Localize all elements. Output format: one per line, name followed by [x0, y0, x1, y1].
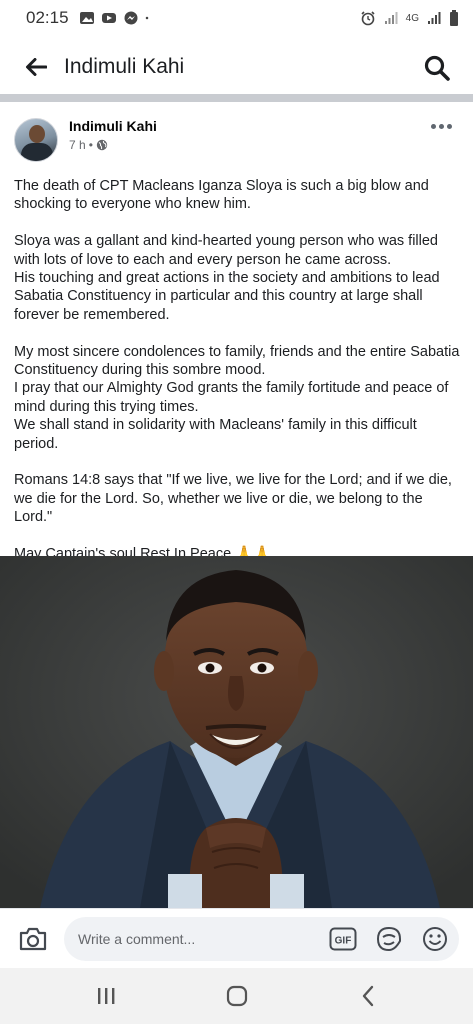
- page-header: Indimuli Kahi: [0, 40, 473, 94]
- post-author[interactable]: Indimuli Kahi: [69, 118, 157, 134]
- arrow-left-icon: [26, 58, 47, 76]
- more-horizontal-icon: [430, 123, 436, 129]
- notification-dot-icon: [145, 16, 148, 20]
- home-icon: [226, 985, 247, 1007]
- post-paragraph: Romans 14:8 says that "If we live, we li…: [14, 472, 452, 526]
- comment-input[interactable]: [78, 930, 318, 947]
- post-paragraph: We shall stand in solidarity with Maclea…: [14, 417, 417, 452]
- globe-icon: [96, 139, 108, 151]
- comment-input-wrapper[interactable]: GIF: [64, 916, 459, 961]
- alarm-icon: [361, 11, 375, 26]
- post-text: The death of CPT Macleans Iganza Sloya i…: [14, 177, 462, 563]
- gif-label: GIF: [335, 935, 352, 946]
- recent-apps-button[interactable]: [82, 972, 130, 1020]
- meta-separator: •: [88, 138, 93, 152]
- youtube-icon: [101, 13, 116, 23]
- more-options-button[interactable]: [427, 116, 455, 136]
- post-header: Indimuli Kahi 7 h •: [14, 112, 459, 168]
- gif-button[interactable]: GIF: [329, 925, 357, 953]
- header-divider: [0, 94, 473, 102]
- battery-icon: [450, 10, 458, 26]
- camera-icon: [19, 927, 47, 950]
- system-back-button[interactable]: [344, 972, 392, 1020]
- post-paragraph: His touching and great actions in the so…: [14, 270, 440, 323]
- avatar[interactable]: [14, 118, 58, 162]
- comment-bar: GIF: [0, 908, 473, 968]
- status-time: 02:15: [26, 8, 69, 27]
- home-button[interactable]: [213, 972, 261, 1020]
- post-paragraph: The death of CPT Macleans Iganza Sloya i…: [14, 178, 429, 213]
- messenger-icon: [124, 11, 138, 25]
- post-paragraph: I pray that our Almighty God grants the …: [14, 380, 449, 415]
- status-bar: 02:15 4G: [0, 0, 473, 36]
- page-title: Indimuli Kahi: [64, 55, 185, 78]
- gif-icon: GIF: [329, 927, 357, 950]
- signal-icon: [384, 12, 398, 24]
- sticker-button[interactable]: [375, 925, 403, 953]
- system-nav-bar: [0, 968, 473, 1024]
- portrait-image: [0, 556, 473, 908]
- search-icon: [424, 55, 450, 81]
- chevron-left-icon: [362, 985, 373, 1007]
- network-type: 4G: [405, 12, 419, 24]
- search-button[interactable]: [417, 48, 457, 88]
- sticker-icon: [376, 926, 401, 951]
- recent-apps-icon: [97, 988, 114, 1004]
- emoji-button[interactable]: [421, 925, 449, 953]
- post-photo[interactable]: [0, 556, 473, 908]
- emoji-icon: [423, 926, 447, 951]
- post-time[interactable]: 7 h: [69, 138, 86, 152]
- post-paragraph: Sloya was a gallant and kind-hearted you…: [14, 233, 438, 268]
- signal-icon-2: [428, 12, 441, 24]
- gallery-icon: [79, 12, 94, 24]
- camera-button[interactable]: [16, 922, 50, 956]
- back-button[interactable]: [12, 43, 60, 91]
- post-paragraph: My most sincere condolences to family, f…: [14, 343, 460, 379]
- post-meta: 7 h •: [69, 138, 108, 152]
